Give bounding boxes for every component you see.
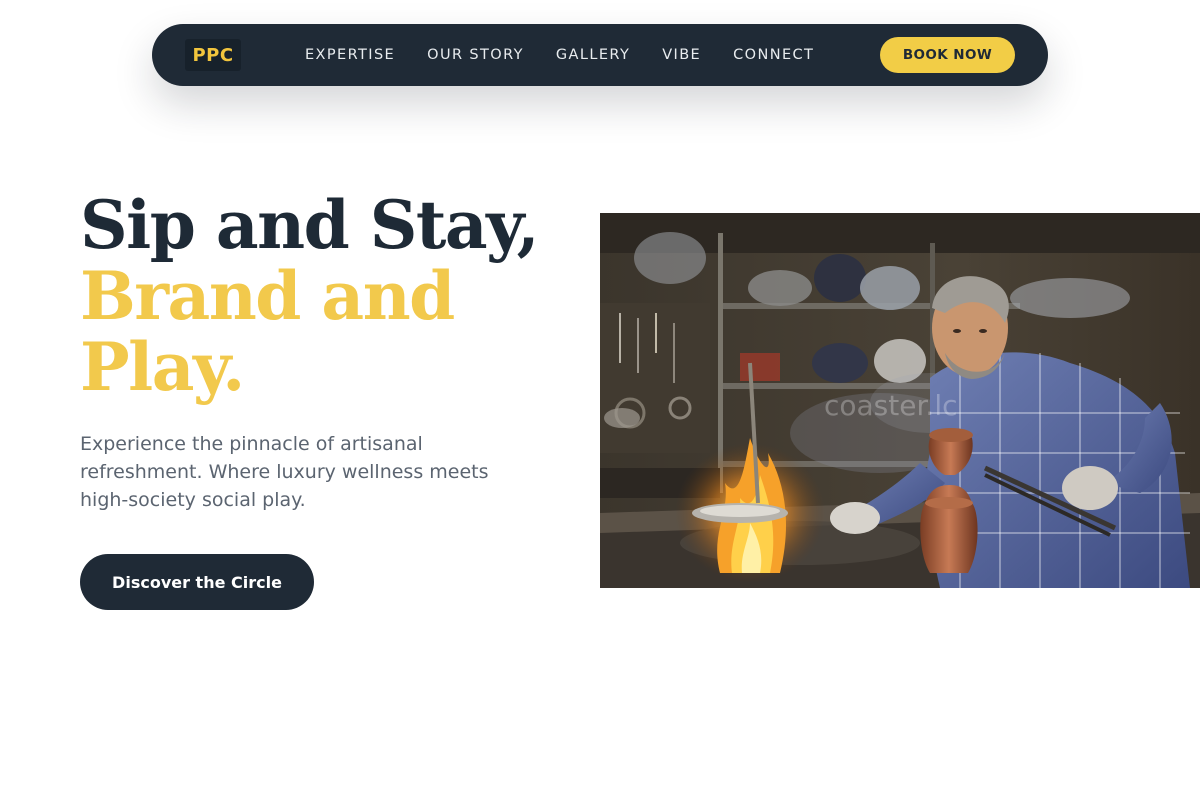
nav-link-expertise[interactable]: EXPERTISE — [305, 47, 395, 63]
image-watermark: coaster.lc — [824, 389, 958, 422]
headline-line-1: Sip and Stay, — [80, 186, 540, 264]
top-navbar: PPC EXPERTISE OUR STORY GALLERY VIBE CON… — [152, 24, 1048, 86]
headline-line-2: Brand and — [80, 257, 455, 335]
nav-link-connect[interactable]: CONNECT — [733, 47, 814, 63]
nav-link-our-story[interactable]: OUR STORY — [427, 47, 524, 63]
brand-logo[interactable]: PPC — [185, 39, 241, 71]
hero-image: coaster.lc — [600, 213, 1200, 588]
hero-headline: Sip and Stay, Brand and Play. — [80, 190, 580, 403]
nav-link-vibe[interactable]: VIBE — [662, 47, 701, 63]
headline-line-3: Play. — [80, 328, 245, 406]
nav-link-gallery[interactable]: GALLERY — [556, 47, 630, 63]
nav-links: EXPERTISE OUR STORY GALLERY VIBE CONNECT — [305, 24, 846, 86]
book-now-button[interactable]: BOOK NOW — [880, 37, 1015, 73]
discover-circle-button[interactable]: Discover the Circle — [80, 554, 314, 610]
hero-subtitle: Experience the pinnacle of artisanal ref… — [80, 433, 489, 511]
